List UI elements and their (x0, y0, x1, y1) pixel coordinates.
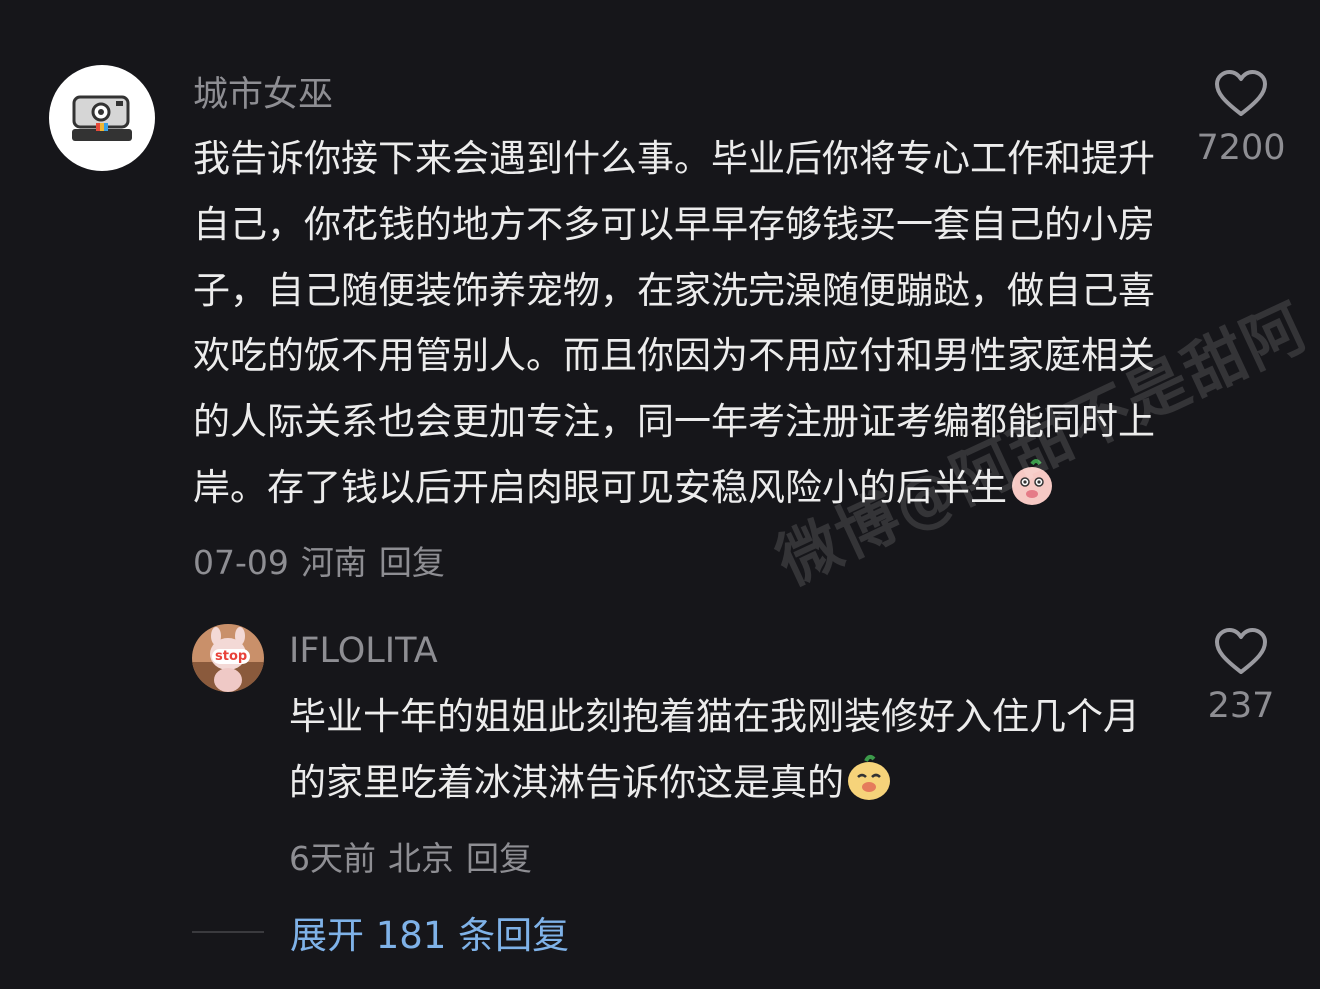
avatar[interactable] (49, 65, 155, 171)
comment-reply-button[interactable]: 回复 (379, 543, 445, 582)
expand-replies[interactable]: 展开 181 条回复 (192, 905, 569, 959)
heart-icon (1215, 628, 1267, 674)
reply-text: 毕业十年的姐姐此刻抱着猫在我刚装修好入住几个月的家里吃着冰淇淋告诉你这是真的 (289, 695, 1140, 804)
happy-emoji-icon (844, 753, 894, 824)
divider (192, 931, 264, 933)
reply-like-button[interactable]: 237 (1186, 628, 1296, 726)
reply-like-count: 237 (1207, 686, 1275, 726)
reply-avatar[interactable]: stop (192, 624, 264, 692)
reply-location: 北京 (388, 839, 454, 878)
camera-icon (72, 95, 132, 141)
reply-date: 6天前 (289, 839, 376, 878)
reply-username[interactable]: IFLOLITA (289, 631, 438, 671)
comment-like-button[interactable]: 7200 (1186, 70, 1296, 168)
reply-reply-button[interactable]: 回复 (466, 839, 532, 878)
comment-like-count: 7200 (1196, 128, 1286, 168)
comment-body: 我告诉你接下来会遇到什么事。毕业后你将专心工作和提升自己，你花钱的地方不多可以早… (193, 126, 1161, 596)
expand-replies-label[interactable]: 展开 181 条回复 (290, 905, 569, 959)
comment-location: 河南 (300, 542, 367, 582)
reply-body: 毕业十年的姐姐此刻抱着猫在我刚装修好入住几个月的家里吃着冰淇淋告诉你这是真的 (289, 684, 1149, 824)
avatar-badge: stop (212, 649, 251, 664)
comment-date: 07-09 (193, 542, 289, 582)
reply-meta: 6天前 北京 回复 (289, 832, 544, 880)
comment-meta: 07-09 河南 回复 (193, 543, 457, 582)
comment-username[interactable]: 城市女巫 (193, 75, 333, 115)
heart-icon (1215, 70, 1267, 116)
